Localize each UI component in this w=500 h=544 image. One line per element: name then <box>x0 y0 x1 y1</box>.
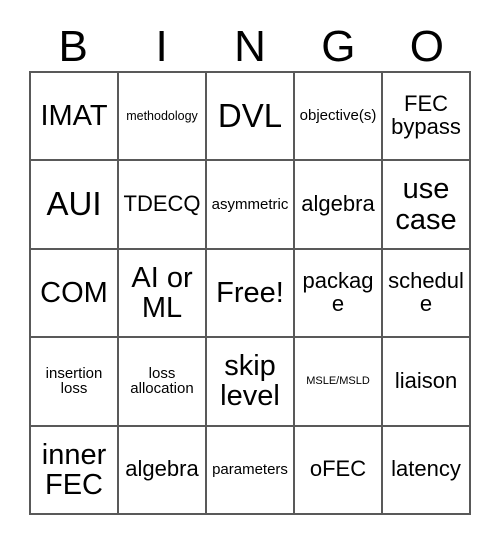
bingo-cell-label: asymmetric <box>211 195 289 213</box>
bingo-cell-label: MSLE/MSLD <box>306 374 370 387</box>
bingo-cell-r5c4[interactable]: oFEC <box>295 426 383 515</box>
bingo-cell-label: skip level <box>220 350 280 413</box>
bingo-cell-label: latency <box>391 456 461 482</box>
bingo-grid: IMAT methodology DVL objective(s) FEC bypass… <box>29 71 471 515</box>
bingo-cell-r4c3[interactable]: skip level <box>207 338 295 427</box>
bingo-cell-label: oFEC <box>309 456 367 482</box>
bingo-cell-label: inner FEC <box>41 438 107 501</box>
bingo-cell-r5c2[interactable]: algebra <box>119 426 207 515</box>
bingo-cell-r5c1[interactable]: inner FEC <box>31 426 119 515</box>
bingo-cell-r4c1[interactable]: insertion loss <box>31 338 119 427</box>
bingo-cell-label: IMAT <box>40 100 108 133</box>
bingo-cell-r1c4[interactable]: objective(s) <box>295 73 383 162</box>
bingo-cell-r3c1[interactable]: COM <box>31 249 119 339</box>
bingo-cell-label: AUI <box>46 185 102 223</box>
bingo-cell-label: objective(s) <box>299 107 377 125</box>
bingo-cell-r5c3[interactable]: parameters <box>207 426 295 515</box>
bingo-cell-r3c4[interactable]: package <box>295 249 383 339</box>
bingo-cell-r4c5[interactable]: liaison <box>383 338 471 427</box>
bingo-cell-label: methodology <box>126 108 198 123</box>
bingo-cell-label: insertion loss <box>45 364 103 398</box>
bingo-cell-label: use case <box>395 173 457 236</box>
bingo-cell-label: AI or ML <box>131 261 193 324</box>
bingo-cell-r2c1[interactable]: AUI <box>31 161 119 250</box>
bingo-cell-label: algebra <box>301 191 375 217</box>
bingo-cell-r4c4[interactable]: MSLE/MSLD <box>295 338 383 427</box>
bingo-cell-label: Free! <box>216 276 284 309</box>
bingo-cell-label: DVL <box>217 97 283 135</box>
bingo-cell-r1c3[interactable]: DVL <box>207 73 295 162</box>
bingo-cell-label: COM <box>40 276 108 309</box>
bingo-cell-r4c2[interactable]: loss allocation <box>119 338 207 427</box>
bingo-cell-r3c2[interactable]: AI or ML <box>119 249 207 339</box>
bingo-cell-r2c5[interactable]: use case <box>383 161 471 250</box>
bingo-cell-label: package <box>302 268 374 316</box>
bingo-cell-r1c1[interactable]: IMAT <box>31 73 119 162</box>
bingo-header-letter-o: O <box>409 21 444 71</box>
bingo-cell-label: TDECQ <box>123 191 201 217</box>
bingo-cell-r2c3[interactable]: asymmetric <box>207 161 295 250</box>
bingo-cell-r2c4[interactable]: algebra <box>295 161 383 250</box>
bingo-header-letter-b: B <box>58 21 88 71</box>
bingo-header-letter-n: N <box>234 21 266 71</box>
bingo-cell-r5c5[interactable]: latency <box>383 426 471 515</box>
bingo-cell-label: loss allocation <box>130 364 194 398</box>
bingo-cell-r3c3[interactable]: Free! <box>207 249 295 339</box>
bingo-cell-label: algebra <box>125 456 199 482</box>
bingo-cell-r3c5[interactable]: schedule <box>383 249 471 339</box>
bingo-cell-r1c2[interactable]: methodology <box>119 73 207 162</box>
bingo-cell-label: FEC bypass <box>391 91 461 140</box>
bingo-cell-r2c2[interactable]: TDECQ <box>119 161 207 250</box>
bingo-header-letter-g: G <box>321 21 356 71</box>
bingo-cell-label: parameters <box>212 461 288 478</box>
bingo-cell-r1c5[interactable]: FEC bypass <box>383 73 471 162</box>
bingo-cell-label: schedule <box>388 268 464 316</box>
bingo-cell-label: liaison <box>394 367 458 393</box>
bingo-header-row: B I N G O <box>29 22 471 71</box>
bingo-card: B I N G O IMAT methodology DVL objective(s)… <box>0 0 500 544</box>
bingo-header-letter-i: I <box>155 21 168 71</box>
